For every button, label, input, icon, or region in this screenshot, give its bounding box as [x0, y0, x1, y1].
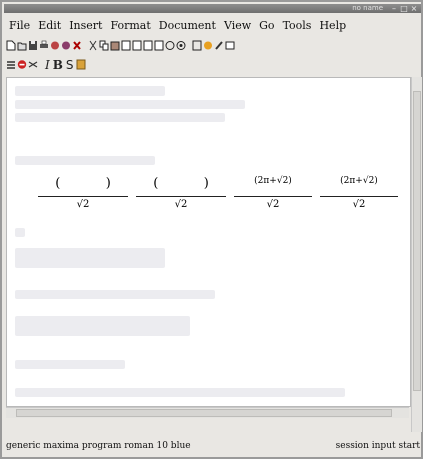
cut-icon[interactable] [88, 40, 98, 52]
vertical-scrollbar[interactable] [411, 77, 422, 432]
menu-help[interactable]: Help [315, 18, 350, 34]
bold-button[interactable]: B [52, 58, 64, 72]
denominator: √2 [352, 199, 366, 210]
save-icon[interactable] [28, 40, 38, 52]
print-icon[interactable] [39, 40, 49, 52]
faded-text-block [15, 228, 25, 237]
sans-serif-button[interactable]: S [65, 58, 75, 72]
window-icon[interactable] [225, 40, 235, 52]
undo-icon[interactable] [121, 40, 131, 52]
title-bar[interactable]: no name – □ × [4, 4, 421, 13]
horizontal-scrollbar[interactable] [6, 407, 409, 418]
window-title: no name [352, 4, 383, 12]
menu-go[interactable]: Go [255, 18, 278, 34]
math-output-formula: ( ) √2 ( ) √2 (2π+√2) √2 (2π+√2) √2 [38, 172, 404, 222]
fraction-term-1: ( ) √2 [38, 172, 128, 216]
find-icon[interactable] [143, 40, 153, 52]
menu-format[interactable]: Format [106, 18, 154, 34]
open-icon[interactable] [17, 40, 27, 52]
faded-text-block [15, 290, 215, 299]
settings-icon[interactable] [176, 40, 186, 52]
status-left-text: generic maxima program roman 10 blue [6, 441, 191, 451]
vertical-scroll-thumb[interactable] [413, 91, 421, 391]
faded-text-block [15, 388, 345, 397]
export-icon[interactable] [50, 40, 60, 52]
faded-text-block [15, 360, 125, 369]
italic-button[interactable]: I [44, 58, 51, 72]
close-window-button[interactable]: × [409, 4, 419, 13]
faded-text-block [15, 316, 190, 336]
preview-icon[interactable] [61, 40, 71, 52]
menu-view[interactable]: View [220, 18, 255, 34]
numerator: ( ) [153, 176, 209, 191]
fullscreen-icon[interactable] [192, 40, 202, 52]
menu-bar: File Edit Insert Format Document View Go… [5, 18, 419, 34]
faded-text-block [15, 248, 165, 268]
shuffle-icon[interactable] [28, 59, 38, 71]
main-toolbar [6, 37, 235, 54]
denominator: √2 [266, 199, 280, 210]
fraction-term-3: (2π+√2) √2 [234, 172, 312, 216]
new-icon[interactable] [6, 40, 16, 52]
copy-icon[interactable] [99, 40, 109, 52]
faded-text-block [15, 86, 165, 96]
paste-icon[interactable] [110, 40, 120, 52]
horizontal-scroll-thumb[interactable] [16, 409, 392, 417]
denominator: √2 [76, 199, 90, 210]
menu-edit[interactable]: Edit [34, 18, 65, 34]
faded-text-block [15, 156, 155, 165]
fraction-bar [38, 196, 128, 197]
draw-icon[interactable] [214, 40, 224, 52]
format-toolbar: I B S [6, 56, 86, 73]
fraction-bar [234, 196, 312, 197]
menu-insert[interactable]: Insert [65, 18, 106, 34]
faded-text-block [15, 100, 245, 109]
numerator: ( ) [55, 176, 111, 191]
minimize-button[interactable]: – [389, 4, 399, 13]
numerator: (2π+√2) [254, 176, 292, 186]
fraction-bar [136, 196, 226, 197]
status-right-text: session input start [335, 441, 420, 451]
document-area[interactable] [6, 77, 411, 407]
redo-icon[interactable] [132, 40, 142, 52]
menu-tools[interactable]: Tools [279, 18, 316, 34]
application-window: no name – □ × File Edit Insert Format Do… [0, 0, 423, 459]
numerator: (2π+√2) [340, 176, 378, 186]
help-icon[interactable] [165, 40, 175, 52]
close-icon[interactable] [72, 40, 82, 52]
denominator: √2 [174, 199, 188, 210]
replace-icon[interactable] [154, 40, 164, 52]
color-icon[interactable] [203, 40, 213, 52]
fraction-term-4: (2π+√2) √2 [320, 172, 398, 216]
style-icon[interactable] [6, 59, 16, 71]
menu-file[interactable]: File [5, 18, 34, 34]
maximize-button[interactable]: □ [399, 4, 409, 13]
status-bar: generic maxima program roman 10 blue ses… [6, 437, 420, 455]
faded-text-block [15, 113, 225, 122]
fraction-bar [320, 196, 398, 197]
image-icon[interactable] [76, 59, 86, 71]
stop-icon[interactable] [17, 59, 27, 71]
fraction-term-2: ( ) √2 [136, 172, 226, 216]
menu-document[interactable]: Document [155, 18, 220, 34]
